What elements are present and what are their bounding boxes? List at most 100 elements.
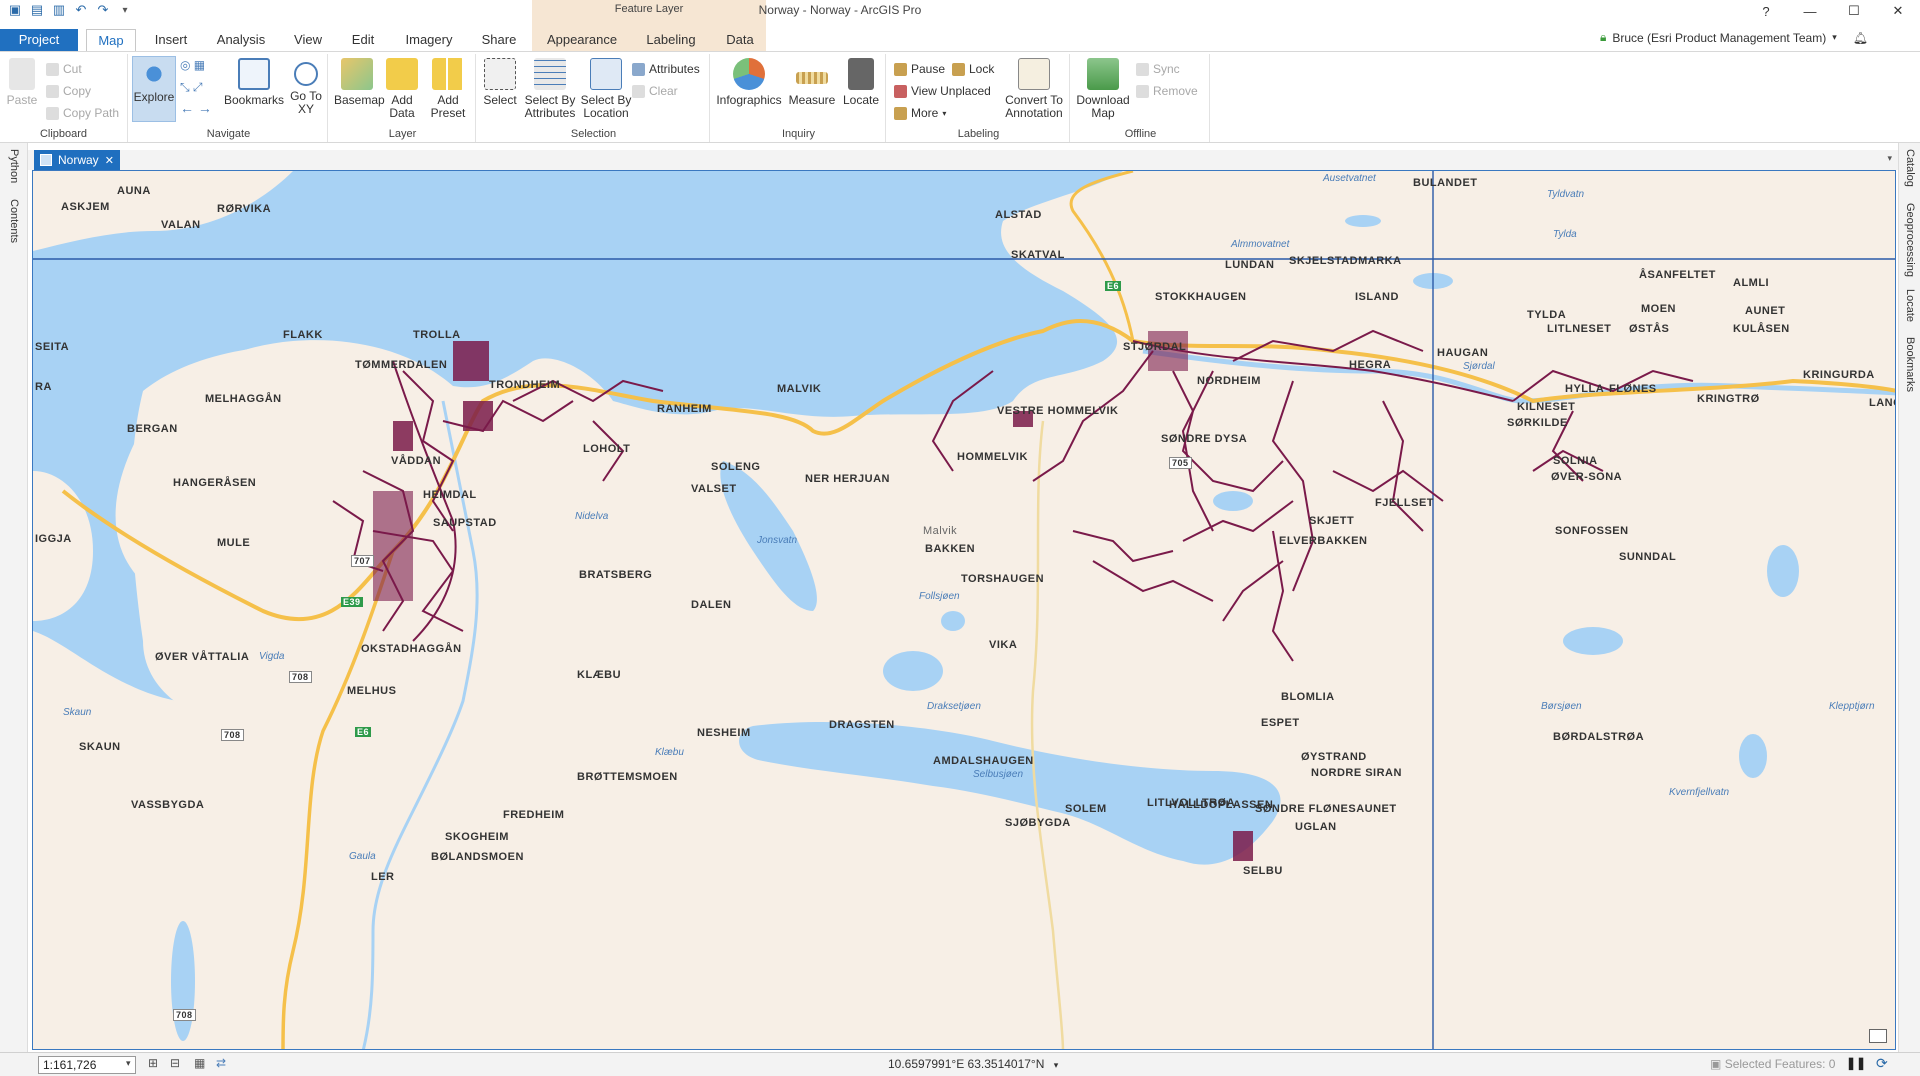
map-label: BRATSBERG: [579, 569, 653, 581]
pause-icon: [894, 62, 907, 76]
paste-button[interactable]: Paste: [4, 58, 40, 107]
bookmarks-button[interactable]: Bookmarks: [224, 58, 284, 107]
map-label: STJØRDAL: [1123, 341, 1187, 353]
remove-icon: [1136, 84, 1149, 98]
tab-share[interactable]: Share: [470, 29, 528, 51]
convert-to-annotation-button[interactable]: Convert To Annotation: [1000, 58, 1068, 120]
map-label: ØVER VÅTTALIA: [155, 651, 250, 663]
view-menu-chevron-icon[interactable]: ▾: [1887, 153, 1892, 164]
close-tab-icon[interactable]: ✕: [105, 154, 114, 167]
map-canvas[interactable]: AUNA ASKJEM RØRVIKA VALAN ALSTAD SKATVAL…: [32, 170, 1896, 1050]
basemap-button[interactable]: Basemap: [334, 58, 385, 107]
dock-tab-bookmarks[interactable]: Bookmarks: [1904, 337, 1916, 392]
redo-icon[interactable]: ↷: [94, 2, 112, 18]
clear-button[interactable]: Clear: [632, 84, 678, 98]
notification-icon[interactable]: 🔔︎: [1853, 31, 1868, 45]
customize-toolbar-icon[interactable]: ▾: [116, 2, 134, 18]
tab-appearance[interactable]: Appearance: [540, 29, 624, 51]
tab-analysis[interactable]: Analysis: [208, 29, 274, 51]
select-button[interactable]: Select: [480, 58, 520, 107]
window-title: Norway - Norway - ArcGIS Pro: [758, 3, 922, 17]
water-label: Kvernfjellvatn: [1669, 787, 1730, 798]
group-offline: Download Map Sync Remove Offline: [1072, 54, 1210, 142]
water-label: Tylda: [1553, 229, 1577, 240]
extent-tool-icon[interactable]: ⊟: [170, 1056, 180, 1070]
map-label: MOEN: [1641, 303, 1676, 315]
add-data-button[interactable]: Add Data: [382, 58, 422, 120]
scale-input[interactable]: 1:161,726: [38, 1056, 136, 1074]
grid-tool-icon[interactable]: ⊞: [148, 1056, 158, 1070]
zoom-full-icon[interactable]: ◎ ▦: [180, 58, 205, 72]
pause-drawing-icon[interactable]: ❚❚: [1846, 1056, 1866, 1070]
maximize-icon[interactable]: ☐: [1832, 0, 1876, 22]
map-label: ØYSTRAND: [1301, 751, 1367, 763]
view-unplaced-icon: [894, 84, 907, 98]
tab-imagery[interactable]: Imagery: [396, 29, 462, 51]
map-label: UGLAN: [1295, 821, 1337, 833]
group-inquiry: Infographics Measure Locate Inquiry: [712, 54, 886, 142]
copy-path-button[interactable]: Copy Path: [46, 106, 119, 120]
download-map-button[interactable]: Download Map: [1074, 58, 1132, 120]
view-unplaced-button[interactable]: View Unplaced: [894, 84, 991, 98]
tab-map[interactable]: Map: [86, 29, 136, 52]
table-tool-icon[interactable]: ▦: [194, 1056, 205, 1070]
coordinate-format-chevron-icon[interactable]: ▾: [1054, 1060, 1059, 1070]
user-account[interactable]: 🔒︎ Bruce (Esri Product Management Team) …: [1600, 30, 1868, 45]
status-bar: 1:161,726 ▾ ⊞ ⊟ ▦ ⇄ 10.6597991°E 63.3514…: [0, 1052, 1920, 1076]
left-dock: Python Contents: [0, 143, 28, 1053]
chevron-down-icon: ▾: [1832, 32, 1837, 42]
help-icon[interactable]: ?: [1744, 0, 1788, 22]
tab-labeling[interactable]: Labeling: [636, 29, 706, 51]
map-label: ÅSANFELTET: [1639, 269, 1716, 281]
cut-button[interactable]: Cut: [46, 62, 82, 76]
lock-button[interactable]: Lock: [952, 62, 994, 76]
new-project-icon[interactable]: ▣: [6, 2, 24, 18]
map-tips-icon[interactable]: [1869, 1029, 1887, 1043]
dock-tab-geoprocessing[interactable]: Geoprocessing: [1904, 203, 1916, 277]
undo-icon[interactable]: ↶: [72, 2, 90, 18]
explore-button[interactable]: Explore: [132, 56, 176, 122]
go-to-xy-button[interactable]: Go To XY: [288, 58, 324, 116]
select-by-location-icon: [590, 58, 622, 90]
measure-button[interactable]: Measure: [788, 58, 836, 107]
select-by-attributes-button[interactable]: Select By Attributes: [522, 58, 578, 120]
map-label: BERGAN: [127, 423, 178, 435]
open-project-icon[interactable]: ▤: [28, 2, 46, 18]
map-label: HANGERÅSEN: [173, 477, 257, 489]
sync-button[interactable]: Sync: [1136, 62, 1180, 76]
water-label: Draksetjøen: [927, 701, 981, 712]
previous-extent-icon[interactable]: ← →: [180, 100, 212, 116]
fixed-zoom-icon[interactable]: ⤡ ⤢: [180, 80, 203, 95]
map-label: VIKA: [989, 639, 1018, 651]
infographics-button[interactable]: Infographics: [714, 58, 784, 107]
dock-tab-catalog[interactable]: Catalog: [1904, 149, 1916, 187]
map-view-tab[interactable]: Norway ✕: [34, 150, 120, 170]
remove-button[interactable]: Remove: [1136, 84, 1198, 98]
nav-tool-icon[interactable]: ⇄: [216, 1056, 226, 1070]
attributes-button[interactable]: Attributes: [632, 62, 700, 76]
add-preset-button[interactable]: Add Preset: [426, 58, 470, 120]
tab-insert[interactable]: Insert: [144, 29, 198, 51]
copy-button[interactable]: Copy: [46, 84, 91, 98]
locate-button[interactable]: Locate: [840, 58, 882, 107]
tab-data[interactable]: Data: [714, 29, 766, 51]
more-button[interactable]: More ▾: [894, 106, 946, 120]
select-by-location-button[interactable]: Select By Location: [578, 58, 634, 120]
close-icon[interactable]: ✕: [1876, 0, 1920, 22]
dock-tab-contents[interactable]: Contents: [8, 199, 20, 243]
pause-button[interactable]: Pause: [894, 62, 945, 76]
binoculars-icon: [848, 58, 874, 90]
minimize-icon[interactable]: —: [1788, 0, 1832, 22]
bookmarks-icon: [238, 58, 270, 90]
infographics-icon: [733, 58, 765, 90]
dock-tab-locate[interactable]: Locate: [1904, 289, 1916, 322]
scale-dropdown-icon[interactable]: ▾: [126, 1058, 131, 1069]
tab-edit[interactable]: Edit: [340, 29, 386, 51]
refresh-icon[interactable]: ⟳: [1876, 1055, 1888, 1072]
dock-tab-python[interactable]: Python: [8, 149, 20, 183]
add-preset-icon: [432, 58, 464, 90]
save-project-icon[interactable]: ▥: [50, 2, 68, 18]
tab-view[interactable]: View: [284, 29, 332, 51]
tab-project[interactable]: Project: [0, 29, 78, 51]
selected-features-count: Selected Features: 0: [1724, 1057, 1836, 1071]
